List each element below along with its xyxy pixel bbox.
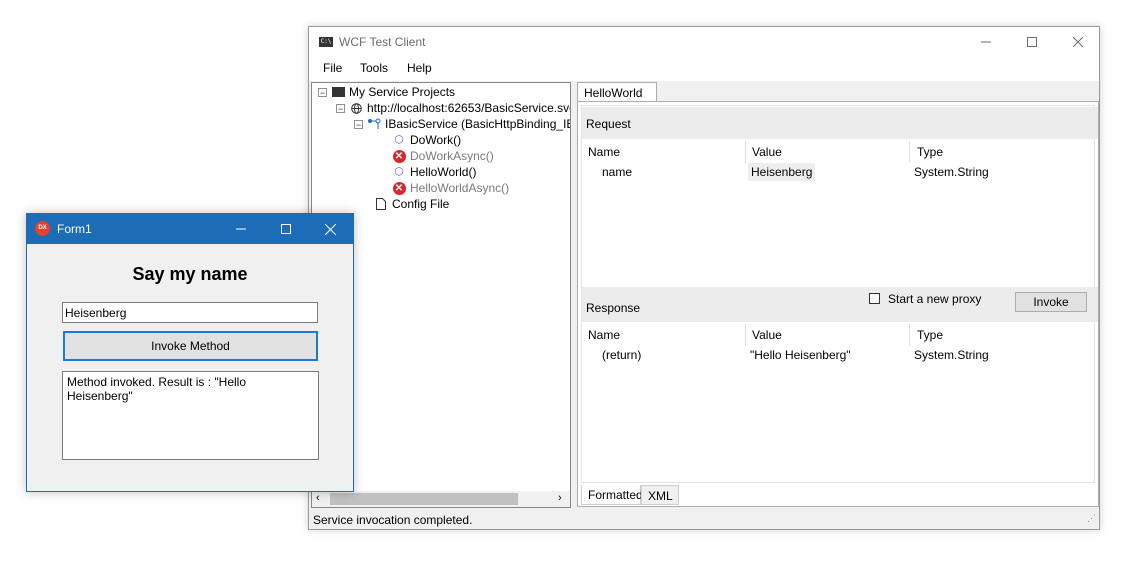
response-grid: Name Value Type (return) "Hello Heisenbe… <box>582 322 1088 480</box>
column-header-type: Type <box>917 328 944 342</box>
invoke-button[interactable]: Invoke <box>1015 292 1087 312</box>
close-button[interactable] <box>1055 27 1101 57</box>
column-header-value: Value <box>752 145 782 159</box>
column-header-name: Name <box>588 145 621 159</box>
request-grid: Name Value Type name Heisenberg System.S… <box>582 139 1088 287</box>
maximize-button[interactable] <box>1009 27 1055 57</box>
tree-label-service-url: http://localhost:62653/BasicService.svc <box>367 101 571 115</box>
tree-node-config[interactable]: Config File <box>318 196 570 212</box>
request-cell-type: System.String <box>914 165 989 179</box>
form1-title: Form1 <box>57 222 92 236</box>
response-cell-type: System.String <box>914 348 989 362</box>
tree-label-op: HelloWorld() <box>410 165 477 179</box>
horizontal-scrollbar[interactable]: ‹ › <box>312 491 570 507</box>
status-text: Service invocation completed. <box>313 513 473 527</box>
minimize-icon <box>981 41 991 43</box>
tree-label-root: My Service Projects <box>349 85 456 99</box>
start-new-proxy-label: Start a new proxy <box>888 292 982 306</box>
console-project-icon <box>331 85 345 99</box>
close-icon <box>1073 37 1083 47</box>
scroll-left-icon[interactable]: ‹ <box>316 492 320 504</box>
response-section-header: Response <box>586 301 641 315</box>
view-tabs: Formatted XML <box>581 485 1095 505</box>
column-header-type: Type <box>917 145 944 159</box>
maximize-icon <box>280 224 291 234</box>
tab-formatted[interactable]: Formatted <box>581 485 643 505</box>
error-icon: ✕ <box>392 149 406 163</box>
request-value-input[interactable]: Heisenberg <box>748 163 816 181</box>
minimize-button[interactable] <box>963 27 1009 57</box>
tree-node-op[interactable]: ✕ HelloWorldAsync() <box>318 180 570 196</box>
status-bar: Service invocation completed. ⋰ <box>309 509 1099 529</box>
form1-window: DX Form1 Say my name Invoke Method Metho… <box>26 213 354 492</box>
column-header-name: Name <box>588 328 621 342</box>
devexpress-icon: DX <box>35 221 50 236</box>
tab-xml[interactable]: XML <box>641 485 679 505</box>
resize-grip-icon[interactable]: ⋰ <box>1087 514 1096 523</box>
tree-label-config: Config File <box>392 197 450 211</box>
contract-icon <box>367 117 381 131</box>
collapse-icon[interactable]: − <box>318 87 327 97</box>
maximize-icon <box>1027 37 1037 47</box>
tree-label-op: DoWorkAsync() <box>410 149 494 163</box>
collapse-icon[interactable]: − <box>354 119 363 129</box>
tree-label-contract: IBasicService (BasicHttpBinding_IBas <box>385 117 571 131</box>
operation-icon: ⬡ <box>394 134 404 146</box>
error-icon: ✕ <box>392 181 406 195</box>
collapse-icon[interactable]: − <box>336 103 345 113</box>
response-cell-value: "Hello Heisenberg" <box>750 348 851 362</box>
console-app-icon: C:\ <box>319 37 333 47</box>
result-textbox[interactable]: Method invoked. Result is : "Hello Heise… <box>62 371 319 460</box>
start-new-proxy-checkbox[interactable] <box>869 293 880 304</box>
menu-file[interactable]: File <box>323 61 342 75</box>
wcf-titlebar: C:\ WCF Test Client <box>309 27 1099 57</box>
scroll-right-icon[interactable]: › <box>558 492 562 504</box>
form-heading: Say my name <box>132 264 248 284</box>
form1-maximize-button[interactable] <box>263 214 308 244</box>
invoke-method-button[interactable]: Invoke Method <box>63 331 318 361</box>
menu-tools[interactable]: Tools <box>360 61 388 75</box>
operation-icon: ⬡ <box>394 166 404 178</box>
tree-node-op[interactable]: ⬡ HelloWorld() <box>318 164 570 180</box>
menu-help[interactable]: Help <box>407 61 432 75</box>
form1-close-button[interactable] <box>308 214 353 244</box>
tree-node-contract[interactable]: − IBasicService (BasicHttpBinding_IBas <box>318 116 571 132</box>
file-icon <box>374 197 388 211</box>
form1-titlebar: DX Form1 <box>27 214 353 244</box>
column-header-value: Value <box>752 328 782 342</box>
form1-minimize-button[interactable] <box>218 214 263 244</box>
close-icon <box>325 223 336 235</box>
tree-node-op[interactable]: ✕ DoWorkAsync() <box>318 148 570 164</box>
tree-label-op: HelloWorldAsync() <box>410 181 510 195</box>
wcf-window: C:\ WCF Test Client File Tools Help − My… <box>308 26 1100 530</box>
tree-node-service[interactable]: − http://localhost:62653/BasicService.sv… <box>318 100 571 116</box>
menu-bar: File Tools Help <box>309 57 1099 81</box>
globe-icon <box>349 101 363 115</box>
tree-label-op: DoWork() <box>410 133 462 147</box>
request-cell-name: name <box>602 165 633 179</box>
name-input[interactable] <box>62 302 318 323</box>
tab-helloworld[interactable]: HelloWorld (3) <box>577 82 657 114</box>
minimize-icon <box>235 228 246 230</box>
scrollbar-thumb[interactable] <box>330 493 518 505</box>
operation-panel: Request Name Value Type name Heisenberg … <box>577 101 1099 507</box>
window-title: WCF Test Client <box>339 35 426 49</box>
tree-node-root[interactable]: − My Service Projects <box>318 84 570 100</box>
request-section-header: Request <box>582 107 1098 139</box>
response-cell-name: (return) <box>602 348 642 362</box>
tree-node-op[interactable]: ⬡ DoWork() <box>318 132 570 148</box>
